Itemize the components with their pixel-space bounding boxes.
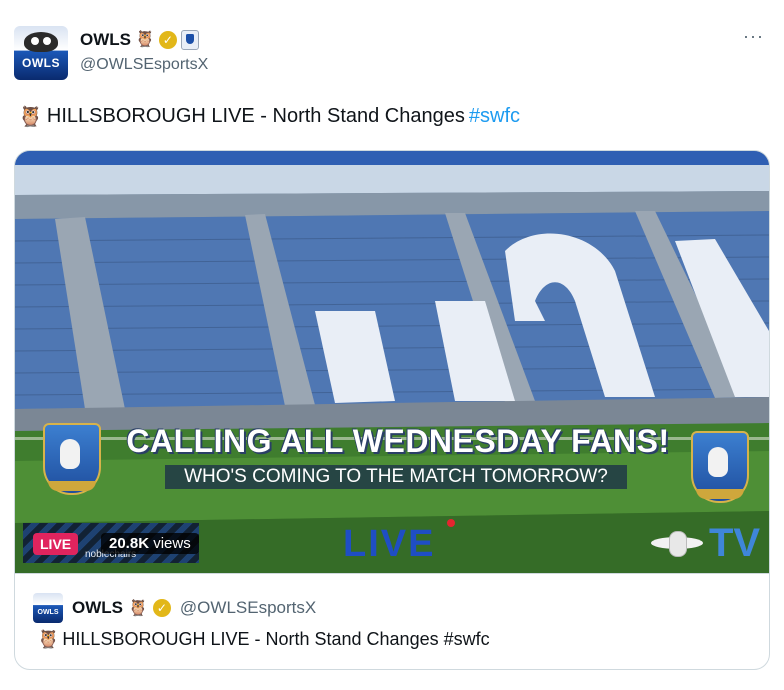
owl-wings-icon [651, 530, 703, 557]
quote-post-text: 🦉 HILLSBOROUGH LIVE - North Stand Change… [37, 629, 490, 650]
overlay-headline: CALLING ALL WEDNESDAY FANS! [126, 423, 670, 459]
owl-logo-icon [24, 32, 58, 52]
owls-tv-logo: TV [651, 521, 760, 566]
live-status-badge: LIVE [33, 533, 79, 555]
quote-author-avatar[interactable]: OWLS [33, 593, 63, 623]
author-handle[interactable]: @OWLSEsportsX [80, 56, 208, 74]
quote-body-text: HILLSBOROUGH LIVE - North Stand Changes … [62, 629, 490, 649]
post-text: 🦉 HILLSBOROUGH LIVE - North Stand Change… [18, 104, 520, 129]
owl-emoji-icon: 🦉 [37, 629, 60, 649]
author-name-row: OWLS 🦉 ✓ [80, 30, 199, 50]
quote-avatar-text: OWLS [37, 609, 59, 616]
quote-author-row: OWLS OWLS 🦉 ✓ @OWLSEsportsX [33, 593, 316, 623]
overlay-subline: WHO'S COMING TO THE MATCH TOMORROW? [165, 465, 627, 489]
author-avatar[interactable]: OWLS [14, 26, 68, 80]
avatar-text: OWLS [22, 56, 60, 70]
quoted-post-card[interactable]: CALLING ALL WEDNESDAY FANS! WHO'S COMING… [14, 150, 770, 670]
verified-badge-icon[interactable]: ✓ [158, 31, 177, 49]
owl-emoji-icon: 🦉 [128, 600, 148, 617]
live-dot-icon [447, 519, 455, 527]
views-count: 20.8K [109, 535, 150, 552]
club-crest-affiliate-icon[interactable] [180, 30, 199, 50]
verified-badge-icon[interactable]: ✓ [152, 599, 171, 617]
club-crest-left-icon [43, 423, 101, 495]
author-display-name[interactable]: OWLS [80, 30, 131, 50]
more-options-button[interactable]: ··· [743, 26, 764, 47]
post-body-text: HILLSBOROUGH LIVE - North Stand Changes [46, 105, 465, 127]
club-crest-right-icon [691, 431, 749, 503]
live-video-player[interactable]: CALLING ALL WEDNESDAY FANS! WHO'S COMING… [15, 151, 769, 574]
quote-author-display-name[interactable]: OWLS [72, 598, 123, 618]
hashtag-link[interactable]: #swfc [469, 105, 520, 128]
views-label: views [153, 535, 191, 552]
owl-emoji-icon: 🦉 [135, 31, 155, 48]
owl-emoji-icon: 🦉 [18, 106, 43, 128]
views-count-badge: 20.8K views [101, 533, 199, 554]
tv-logo-text: TV [709, 521, 761, 565]
live-logo-text: LIVE [343, 523, 436, 565]
stadium-video-frame [15, 151, 769, 573]
quote-author-handle[interactable]: @OWLSEsportsX [180, 598, 316, 618]
